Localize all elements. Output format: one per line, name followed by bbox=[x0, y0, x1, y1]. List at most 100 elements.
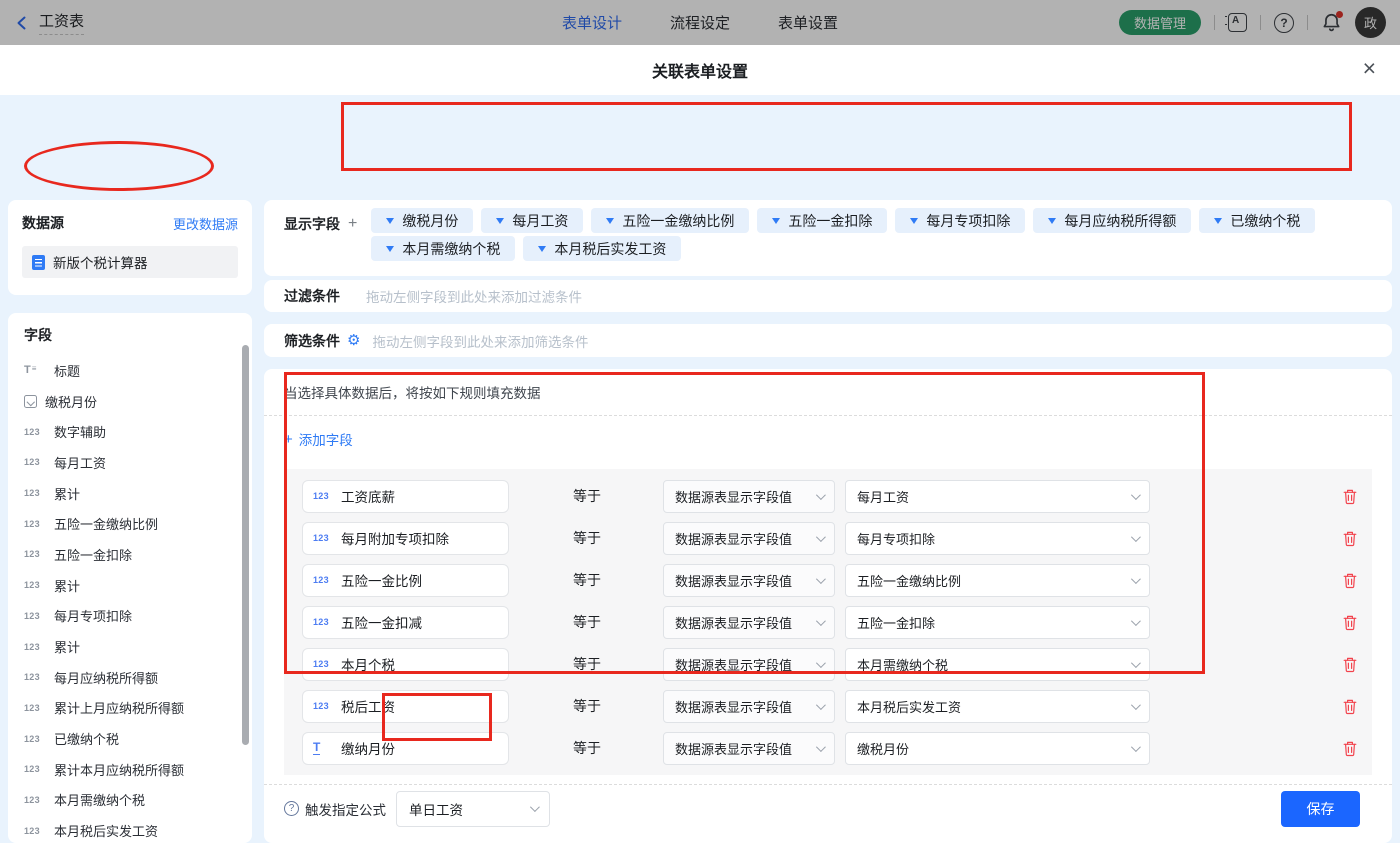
display-field-tag[interactable]: 已缴纳个税 bbox=[1199, 208, 1315, 233]
chevron-down-icon bbox=[1131, 574, 1141, 584]
select-field-icon bbox=[24, 395, 37, 408]
rule-source-select[interactable]: 数据源表显示字段值 bbox=[663, 648, 835, 681]
document-icon bbox=[32, 255, 45, 270]
fields-panel: 字段 标题 缴税月份 数字辅助 bbox=[8, 313, 252, 843]
chevron-down-icon bbox=[1131, 490, 1141, 500]
rule-value-select[interactable]: 本月需缴纳个税 bbox=[845, 648, 1150, 681]
number-field-icon bbox=[24, 549, 46, 559]
rule-target-field[interactable]: 五险一金扣减 bbox=[302, 606, 509, 639]
notification-bell-icon[interactable] bbox=[1321, 12, 1342, 33]
display-field-tag[interactable]: 每月工资 bbox=[481, 208, 583, 233]
dropdown-triangle-icon bbox=[386, 218, 394, 224]
display-field-tag[interactable]: 缴税月份 bbox=[371, 208, 473, 233]
rule-row: 本月个税 等于 数据源表显示字段值 本月需缴纳个税 bbox=[284, 643, 1372, 685]
chevron-down-icon bbox=[816, 574, 826, 584]
field-list-item[interactable]: 累计本月应纳税所得额 bbox=[24, 754, 252, 785]
display-field-tag[interactable]: 每月专项扣除 bbox=[895, 208, 1025, 233]
field-list-item[interactable]: 五险一金缴纳比例 bbox=[24, 508, 252, 539]
display-field-tags: 缴税月份 每月工资 五险一金缴纳比例 五险一金扣除 bbox=[371, 208, 1315, 261]
gear-icon[interactable]: ⚙ bbox=[347, 333, 360, 348]
scrollbar-thumb[interactable] bbox=[242, 345, 249, 745]
rule-value-select[interactable]: 五险一金扣除 bbox=[845, 606, 1150, 639]
rule-target-field[interactable]: 税后工资 bbox=[302, 690, 509, 723]
add-display-field-icon[interactable]: + bbox=[348, 216, 357, 232]
number-field-icon bbox=[313, 659, 333, 669]
rule-source-select[interactable]: 数据源表显示字段值 bbox=[663, 732, 835, 765]
rule-value-select[interactable]: 五险一金缴纳比例 bbox=[845, 564, 1150, 597]
modal-header: 关联表单设置 × bbox=[0, 45, 1400, 95]
field-list-item[interactable]: 本月税后实发工资 bbox=[24, 815, 252, 843]
field-list-item[interactable]: 累计 bbox=[24, 570, 252, 601]
title-field-icon bbox=[24, 364, 46, 376]
help-circle-icon[interactable]: ? bbox=[284, 801, 299, 816]
display-field-tag[interactable]: 本月税后实发工资 bbox=[523, 236, 681, 261]
number-field-icon bbox=[24, 795, 46, 805]
text-field-icon bbox=[313, 741, 333, 755]
dashed-divider bbox=[264, 415, 1392, 416]
tab-form-design[interactable]: 表单设计 bbox=[562, 12, 622, 33]
fields-title: 字段 bbox=[24, 325, 252, 345]
field-list-item[interactable]: 数字辅助 bbox=[24, 416, 252, 447]
dropdown-triangle-icon bbox=[386, 246, 394, 252]
tab-flow-setting[interactable]: 流程设定 bbox=[670, 12, 730, 33]
display-fields-label: 显示字段 bbox=[284, 214, 340, 234]
delete-rule-button[interactable] bbox=[1342, 698, 1358, 715]
rule-source-select[interactable]: 数据源表显示字段值 bbox=[663, 564, 835, 597]
delete-rule-button[interactable] bbox=[1342, 740, 1358, 757]
sift-condition-dropzone[interactable]: 拖动左侧字段到此处来添加筛选条件 bbox=[372, 331, 588, 351]
topbar-tabs: 表单设计 流程设定 表单设置 bbox=[0, 12, 1400, 33]
display-field-tag[interactable]: 五险一金缴纳比例 bbox=[591, 208, 749, 233]
number-field-icon bbox=[24, 703, 46, 713]
display-field-tag[interactable]: 五险一金扣除 bbox=[757, 208, 887, 233]
add-field-button[interactable]: + 添加字段 bbox=[284, 429, 353, 449]
save-button[interactable]: 保存 bbox=[1281, 791, 1360, 827]
change-datasource-link[interactable]: 更改数据源 bbox=[173, 214, 238, 233]
delete-rule-button[interactable] bbox=[1342, 488, 1358, 505]
field-list-item[interactable]: 累计上月应纳税所得额 bbox=[24, 693, 252, 724]
filter-condition-dropzone[interactable]: 拖动左侧字段到此处来添加过滤条件 bbox=[366, 286, 582, 306]
field-list-item[interactable]: 缴税月份 bbox=[24, 386, 252, 417]
field-list-item[interactable]: 累计 bbox=[24, 631, 252, 662]
rule-source-select[interactable]: 数据源表显示字段值 bbox=[663, 606, 835, 639]
rule-value-select[interactable]: 每月专项扣除 bbox=[845, 522, 1150, 555]
rule-value-select[interactable]: 本月税后实发工资 bbox=[845, 690, 1150, 723]
delete-rule-button[interactable] bbox=[1342, 530, 1358, 547]
rule-source-select[interactable]: 数据源表显示字段值 bbox=[663, 480, 835, 513]
rule-target-field[interactable]: 每月附加专项扣除 bbox=[302, 522, 509, 555]
field-list-item[interactable]: 累计 bbox=[24, 478, 252, 509]
tab-form-setting[interactable]: 表单设置 bbox=[778, 12, 838, 33]
datasource-selected-item[interactable]: 新版个税计算器 bbox=[22, 246, 238, 278]
trigger-formula-label: 触发指定公式 bbox=[305, 799, 386, 819]
rule-target-field[interactable]: 五险一金比例 bbox=[302, 564, 509, 597]
field-list-item[interactable]: 已缴纳个税 bbox=[24, 723, 252, 754]
field-list-item[interactable]: 五险一金扣除 bbox=[24, 539, 252, 570]
rule-value-select[interactable]: 每月工资 bbox=[845, 480, 1150, 513]
field-list-item[interactable]: 每月应纳税所得额 bbox=[24, 662, 252, 693]
close-icon[interactable]: × bbox=[1363, 57, 1376, 80]
trash-icon bbox=[1342, 614, 1358, 631]
contacts-icon[interactable] bbox=[1228, 13, 1247, 32]
delete-rule-button[interactable] bbox=[1342, 572, 1358, 589]
rule-source-select[interactable]: 数据源表显示字段值 bbox=[663, 690, 835, 723]
field-list-item[interactable]: 每月专项扣除 bbox=[24, 601, 252, 632]
display-field-tag[interactable]: 本月需缴纳个税 bbox=[371, 236, 515, 261]
field-list-item[interactable]: 本月需缴纳个税 bbox=[24, 785, 252, 816]
trash-icon bbox=[1342, 572, 1358, 589]
rule-value-select[interactable]: 缴税月份 bbox=[845, 732, 1150, 765]
dropdown-triangle-icon bbox=[1048, 218, 1056, 224]
field-list-item[interactable]: 每月工资 bbox=[24, 447, 252, 478]
trash-icon bbox=[1342, 740, 1358, 757]
delete-rule-button[interactable] bbox=[1342, 656, 1358, 673]
number-field-icon bbox=[24, 580, 46, 590]
trigger-formula-select[interactable]: 单日工资 bbox=[396, 791, 550, 827]
rule-source-select[interactable]: 数据源表显示字段值 bbox=[663, 522, 835, 555]
number-field-icon bbox=[24, 764, 46, 774]
field-list-item[interactable]: 标题 bbox=[24, 355, 252, 386]
delete-rule-button[interactable] bbox=[1342, 614, 1358, 631]
rule-target-field[interactable]: 缴纳月份 bbox=[302, 732, 509, 765]
rule-target-field[interactable]: 工资底薪 bbox=[302, 480, 509, 513]
modal-title: 关联表单设置 bbox=[652, 58, 748, 82]
number-field-icon bbox=[313, 491, 333, 501]
rule-target-field[interactable]: 本月个税 bbox=[302, 648, 509, 681]
display-field-tag[interactable]: 每月应纳税所得额 bbox=[1033, 208, 1191, 233]
